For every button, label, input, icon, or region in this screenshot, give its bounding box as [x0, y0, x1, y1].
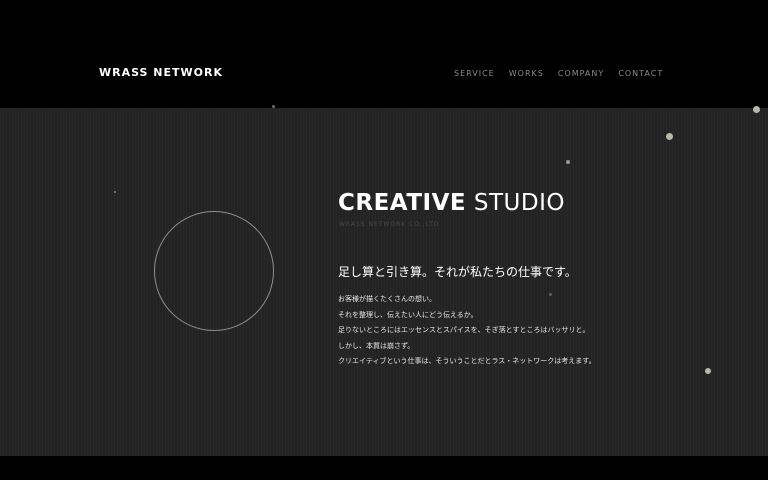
- footer-bar: [0, 456, 768, 480]
- body-line: 足りないところにはエッセンスとスパイスを、そぎ落とすところはバッサリと。: [338, 326, 590, 334]
- nav-contact[interactable]: CONTACT: [618, 69, 663, 78]
- main-nav: SERVICE WORKS COMPANY CONTACT: [454, 69, 677, 78]
- hero-title-bold: CREATIVE: [338, 190, 467, 216]
- nav-works[interactable]: WORKS: [509, 69, 544, 78]
- nav-company[interactable]: COMPANY: [558, 69, 604, 78]
- body-line: しかし、本質は崩さず。: [338, 341, 415, 350]
- body-line: お客様が描くたくさんの想い。: [338, 295, 436, 303]
- hero-body: お客様が描くたくさんの想い。 それを整理し、伝えたい人にどう伝えるか。 足りない…: [338, 292, 596, 370]
- hero-circle-graphic: [154, 211, 274, 331]
- hero-section: CREATIVE STUDIO WRASS NETWORK CO.,LTD 足し…: [0, 105, 768, 456]
- hero-subtitle: WRASS NETWORK CO.,LTD: [339, 221, 440, 228]
- decor-dot: [272, 105, 275, 108]
- body-line: クリエイティブという仕事は、そういうことだとラス・ネットワークは考えます。: [338, 357, 596, 365]
- site-header: WRASS NETWORK SERVICE WORKS COMPANY CONT…: [0, 0, 768, 108]
- decor-dot: [114, 191, 116, 193]
- body-line: それを整理し、伝えたい人にどう伝えるか。: [338, 310, 478, 319]
- hero-title: CREATIVE STUDIO: [338, 190, 565, 216]
- decor-dot: [566, 160, 570, 164]
- decor-dot: [705, 368, 711, 374]
- decor-dot: [753, 106, 760, 113]
- hero-headline: 足し算と引き算。それが私たちの仕事です。: [338, 265, 577, 279]
- site-logo[interactable]: WRASS NETWORK: [99, 66, 223, 79]
- hero-title-light: STUDIO: [473, 190, 565, 216]
- decor-dot: [666, 133, 673, 140]
- nav-service[interactable]: SERVICE: [454, 69, 495, 78]
